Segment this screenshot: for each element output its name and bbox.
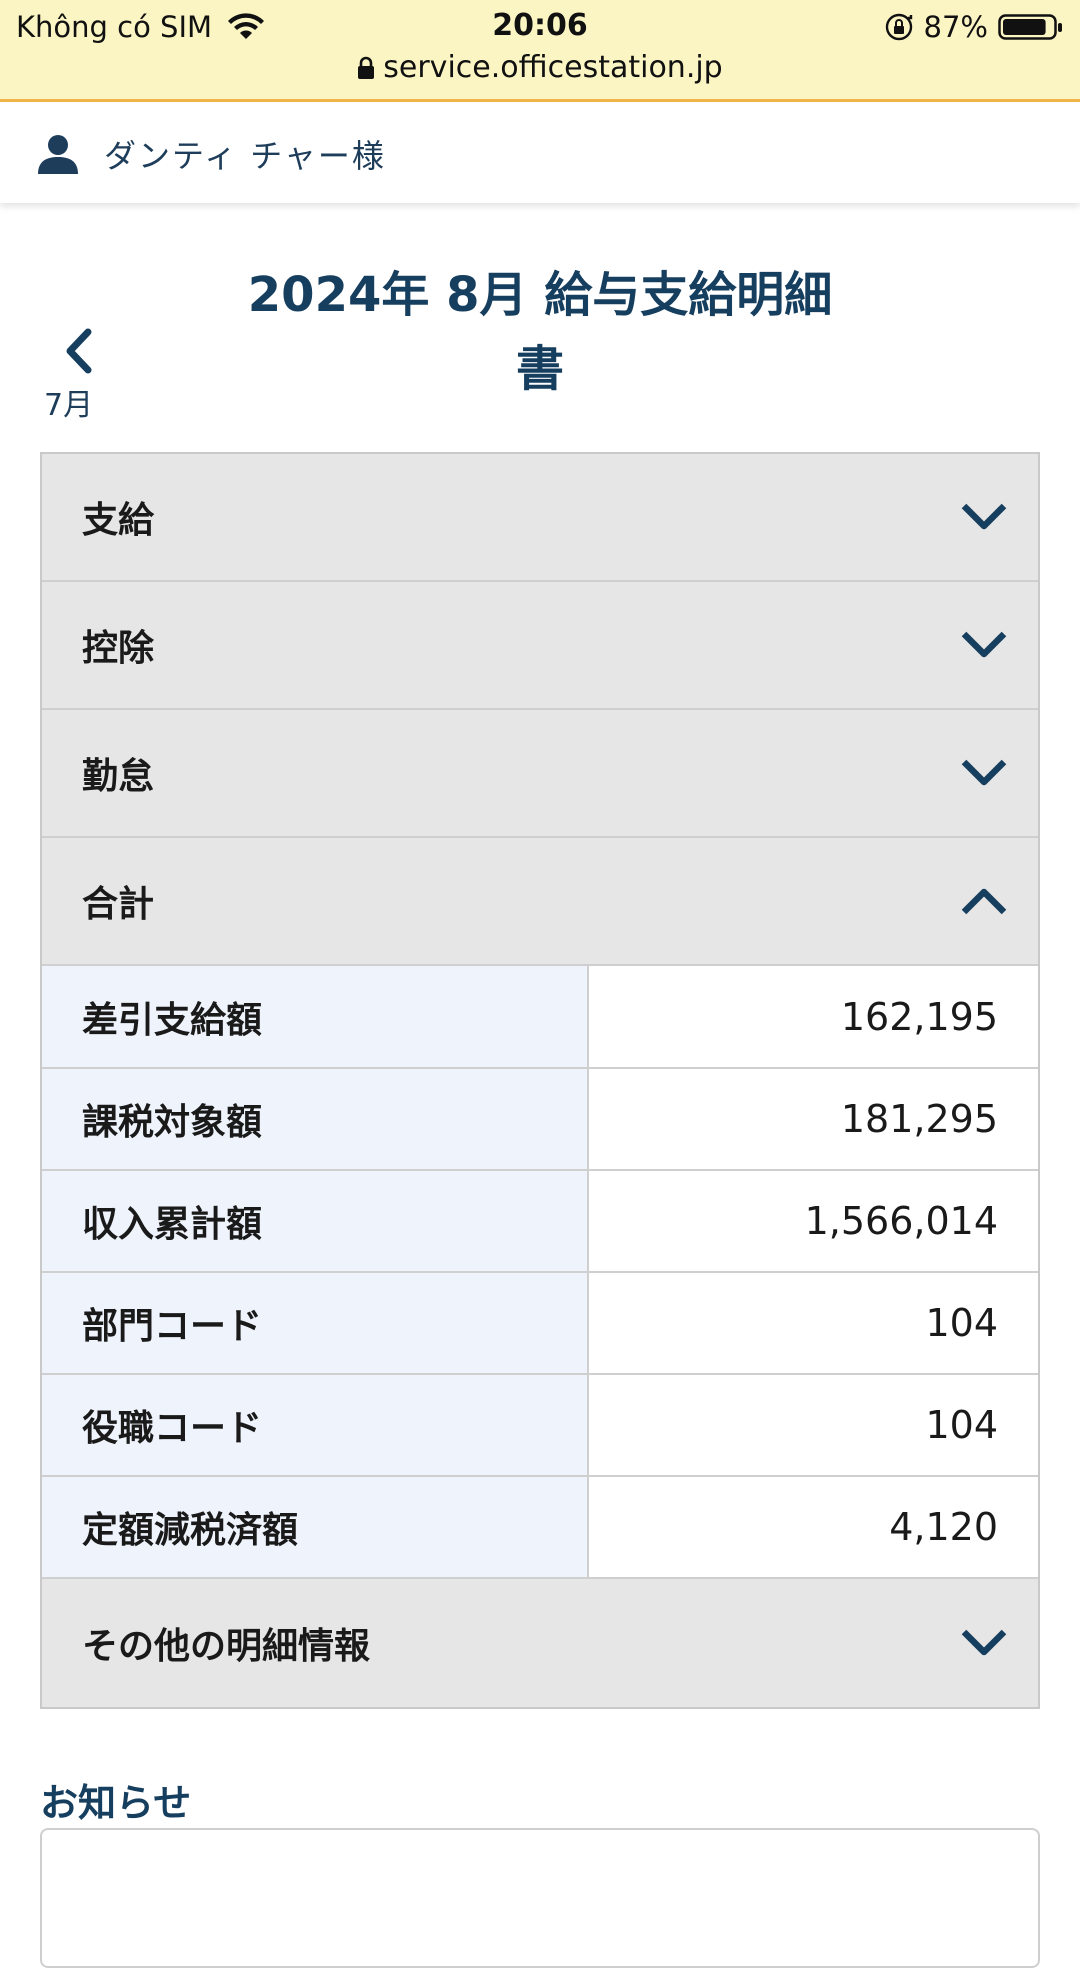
page-title-line2: 書 bbox=[515, 341, 564, 397]
battery-icon bbox=[998, 14, 1062, 40]
payslip-accordion: 支給 控除 勤怠 合計 差引支給額 162,195 課税対象額 181,295 … bbox=[40, 452, 1040, 1709]
table-row: 定額減税済額 4,120 bbox=[42, 1476, 1038, 1579]
section-payment-label: 支給 bbox=[82, 500, 155, 541]
user-name: ダンティ チャー様 bbox=[104, 137, 386, 175]
row-value: 181,295 bbox=[588, 1068, 1038, 1171]
row-label: 収入累計額 bbox=[42, 1170, 589, 1273]
section-deduction-header[interactable]: 控除 bbox=[42, 582, 1038, 710]
url-text[interactable]: service.officestation.jp bbox=[383, 50, 722, 85]
chevron-up-icon bbox=[961, 888, 1007, 915]
table-row: 差引支給額 162,195 bbox=[42, 966, 1038, 1069]
browser-status-bar: Không có SIM 20:06 87% service.officesta… bbox=[0, 0, 1080, 102]
section-attendance-label: 勤怠 bbox=[82, 756, 155, 797]
prev-month-label: 7月 bbox=[44, 388, 94, 423]
row-label: 差引支給額 bbox=[42, 966, 589, 1069]
section-deduction-label: 控除 bbox=[82, 628, 155, 669]
section-other-label: その他の明細情報 bbox=[82, 1626, 371, 1667]
status-indicators: 87% bbox=[884, 10, 1064, 44]
section-total-header[interactable]: 合計 bbox=[42, 838, 1038, 966]
chevron-left-icon bbox=[66, 328, 92, 374]
padlock-icon bbox=[358, 56, 375, 79]
row-value: 104 bbox=[588, 1272, 1038, 1375]
user-icon bbox=[38, 135, 78, 174]
table-row: 役職コード 104 bbox=[42, 1374, 1038, 1477]
page-title-line1: 2024年 8月 給与支給明細 bbox=[247, 267, 833, 323]
section-other-header[interactable]: その他の明細情報 bbox=[42, 1579, 1038, 1707]
prev-month-link[interactable]: 7月 bbox=[44, 326, 124, 424]
notice-title: お知らせ bbox=[40, 1781, 192, 1825]
chevron-down-icon bbox=[961, 1629, 1007, 1656]
section-attendance-header[interactable]: 勤怠 bbox=[42, 710, 1038, 838]
chevron-down-icon bbox=[961, 631, 1007, 658]
url-bar[interactable]: service.officestation.jp bbox=[0, 50, 1080, 85]
chevron-down-icon bbox=[961, 759, 1007, 786]
row-label: 部門コード bbox=[42, 1272, 589, 1375]
notice-box bbox=[40, 1828, 1040, 1968]
row-label: 定額減税済額 bbox=[42, 1476, 589, 1579]
table-row: 収入累計額 1,566,014 bbox=[42, 1170, 1038, 1273]
chevron-down-icon bbox=[961, 503, 1007, 530]
rotation-lock-icon bbox=[885, 13, 912, 41]
row-label: 課税対象額 bbox=[42, 1068, 589, 1171]
row-value: 4,120 bbox=[588, 1476, 1038, 1579]
section-total-label: 合計 bbox=[82, 884, 155, 925]
battery-percent: 87% bbox=[923, 10, 988, 44]
row-label: 役職コード bbox=[42, 1374, 589, 1477]
table-row: 部門コード 104 bbox=[42, 1272, 1038, 1375]
row-value: 1,566,014 bbox=[588, 1170, 1038, 1273]
table-row: 課税対象額 181,295 bbox=[42, 1068, 1038, 1171]
totals-table: 差引支給額 162,195 課税対象額 181,295 収入累計額 1,566,… bbox=[42, 966, 1038, 1579]
page-title: 2024年 8月 給与支給明細 書 bbox=[140, 258, 940, 406]
row-value: 104 bbox=[588, 1374, 1038, 1477]
row-value: 162,195 bbox=[588, 966, 1038, 1069]
section-payment-header[interactable]: 支給 bbox=[42, 454, 1038, 582]
user-header: ダンティ チャー様 bbox=[0, 105, 1080, 203]
